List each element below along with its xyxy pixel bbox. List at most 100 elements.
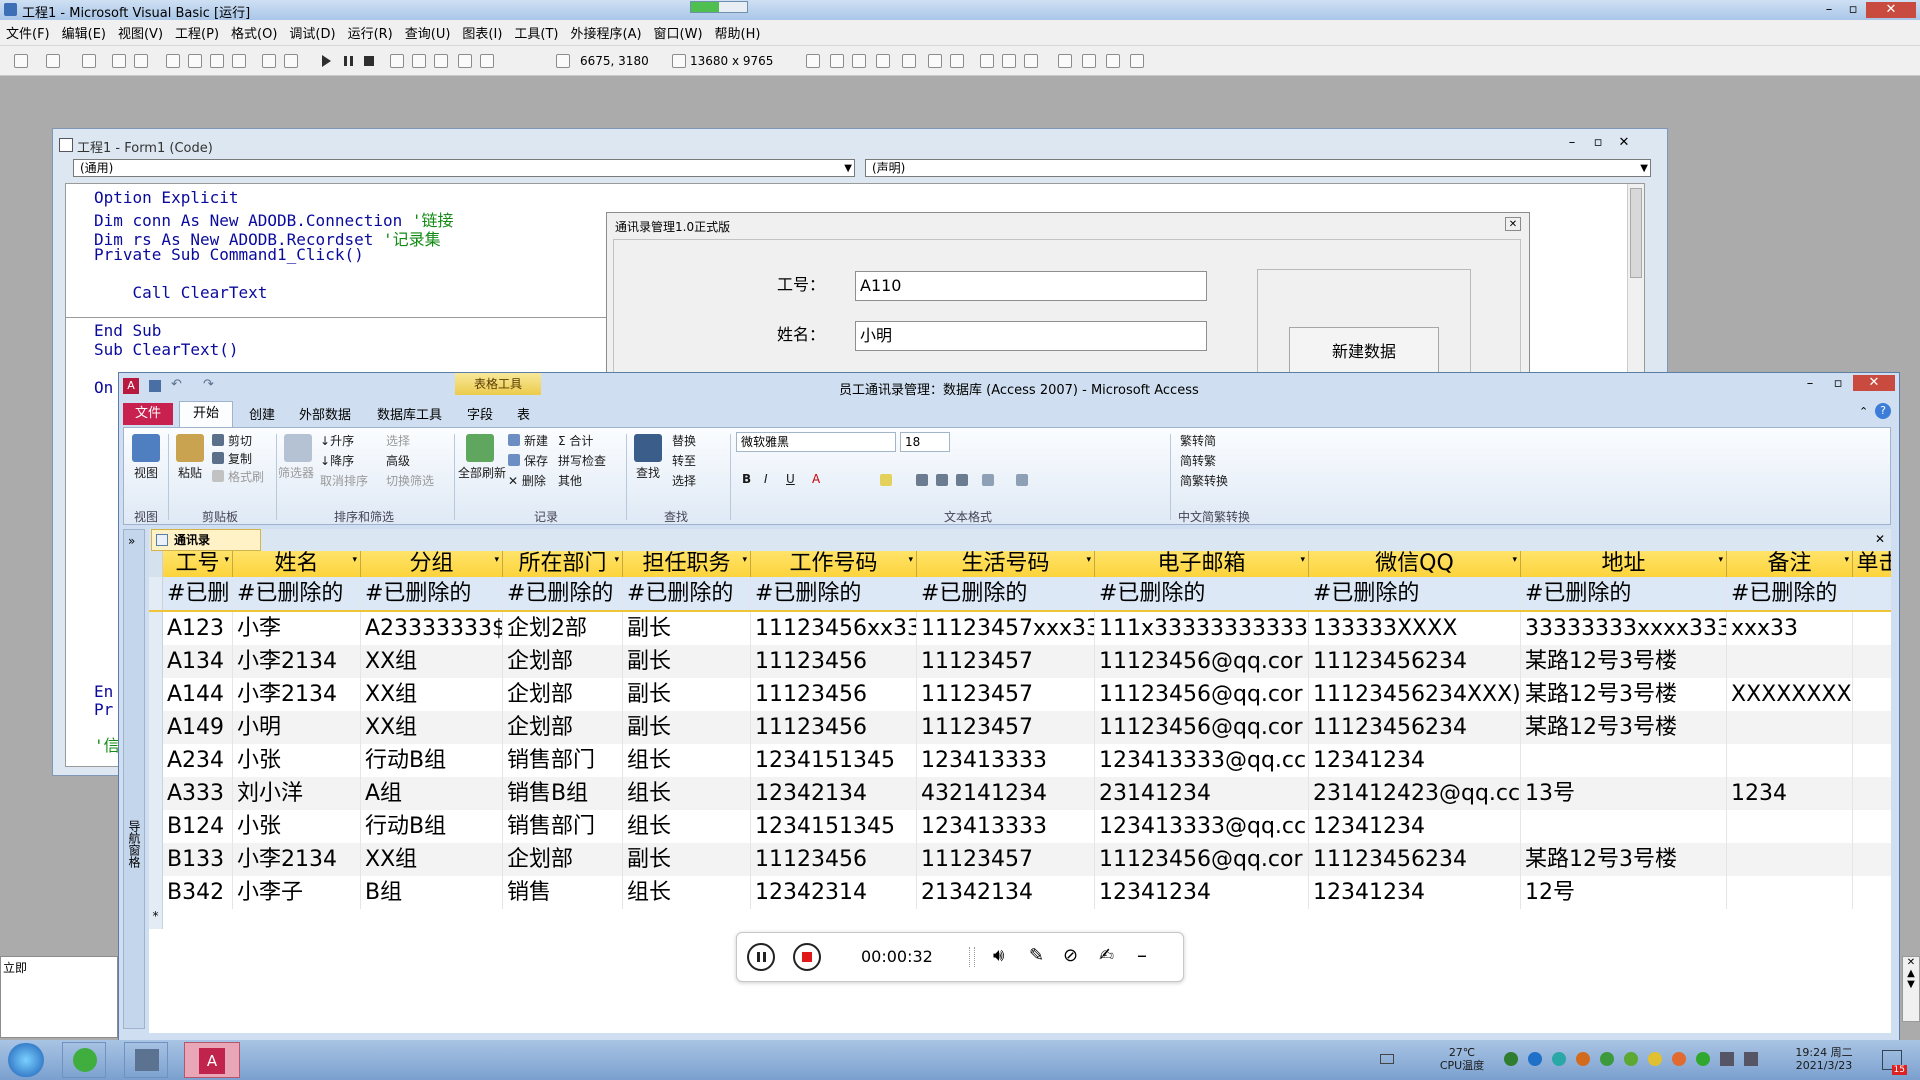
tray-icon[interactable] [1672, 1052, 1686, 1066]
find-button[interactable]: 查找 [636, 464, 660, 481]
table-cell[interactable] [1853, 678, 1891, 711]
undo-icon[interactable] [262, 54, 276, 68]
chevron-down-icon[interactable]: ▼ [844, 161, 852, 177]
chevron-down-icon[interactable]: ▾ [1512, 551, 1517, 569]
column-header[interactable]: 单击 [1853, 551, 1891, 577]
code-minimize-button[interactable]: – [1561, 135, 1583, 151]
table-cell[interactable]: 企划部 [503, 645, 623, 678]
table-cell[interactable]: 12342134 [751, 777, 917, 810]
table-cell[interactable]: 刘小洋 [233, 777, 361, 810]
replace-button[interactable]: 替换 [672, 432, 696, 449]
table-cell[interactable]: 11123456 [751, 843, 917, 876]
table-cell[interactable]: 33333333xxxx333 [1521, 612, 1727, 645]
toggle-filter-button[interactable]: 切换筛选 [386, 472, 434, 489]
selection-filter-button[interactable]: 选择 [386, 432, 410, 449]
row-selector[interactable] [149, 577, 163, 610]
table-cell[interactable] [1727, 843, 1853, 876]
row-selector[interactable] [149, 777, 163, 810]
table-cell[interactable]: 小李2134 [233, 678, 361, 711]
table-row[interactable]: A333 刘小洋 A组 销售B组 组长 12342134 432141234 23141234… [149, 777, 1891, 810]
uncomment-block-icon[interactable] [1024, 54, 1038, 68]
redo-icon[interactable] [284, 54, 298, 68]
table-cell[interactable]: 11123457 [917, 678, 1095, 711]
table-cell[interactable]: #已删除的 [1309, 577, 1521, 610]
table-cell[interactable]: 1234151345 [751, 744, 917, 777]
form-layout-icon[interactable] [434, 54, 448, 68]
code-close-button[interactable]: ✕ [1613, 135, 1635, 151]
save-project-icon[interactable] [134, 54, 148, 68]
project-explorer-icon[interactable] [390, 54, 404, 68]
table-cell[interactable]: 组长 [623, 744, 751, 777]
table-cell[interactable]: 副长 [623, 843, 751, 876]
copy-icon[interactable] [188, 54, 202, 68]
advanced-filter-button[interactable]: 高级 [386, 452, 410, 469]
table-cell[interactable] [1521, 810, 1727, 843]
table-cell[interactable]: xxx33 [1727, 612, 1853, 645]
table-cell[interactable]: 1234151345 [751, 810, 917, 843]
table-cell[interactable]: XX组 [361, 711, 503, 744]
binoculars-icon[interactable] [634, 434, 662, 462]
table-cell[interactable]: XX组 [361, 843, 503, 876]
taskbar-app-browser[interactable] [62, 1042, 106, 1078]
goto-button[interactable]: 转至 [672, 452, 696, 469]
table-cell[interactable]: 11123456234 [1309, 843, 1521, 876]
table-row[interactable]: A144 小李2134 XX组 企划部 副长 11123456 11123457 111234… [149, 678, 1891, 711]
row-selector[interactable] [149, 843, 163, 876]
notification-badge[interactable]: 15 [1882, 1050, 1907, 1075]
chevron-down-icon[interactable]: ▾ [494, 551, 499, 569]
mute-system-icon[interactable]: ⊘ [1063, 945, 1078, 966]
column-header[interactable]: 姓名 ▾ [233, 551, 361, 577]
table-cell[interactable]: 副长 [623, 678, 751, 711]
row-selector[interactable] [149, 612, 163, 645]
break-icon[interactable] [344, 56, 353, 66]
table-cell[interactable] [1727, 876, 1853, 909]
form-close-button[interactable]: ✕ [1505, 217, 1521, 231]
menu-query[interactable]: 查询(U) [405, 23, 451, 42]
order-icon[interactable] [876, 54, 890, 68]
table-cell[interactable]: 企划部 [503, 678, 623, 711]
table-cell[interactable]: A144 [163, 678, 233, 711]
menu-edit[interactable]: 编辑(E) [62, 23, 106, 42]
chevron-down-icon[interactable]: ▾ [1300, 551, 1305, 569]
table-cell[interactable]: 行动B组 [361, 810, 503, 843]
table-cell[interactable]: 副长 [623, 612, 751, 645]
table-cell[interactable]: 11123456@qq.cor [1095, 711, 1309, 744]
table-cell[interactable]: #已删除的 [623, 577, 751, 610]
table-cell[interactable]: 123413333 [917, 744, 1095, 777]
table-cell[interactable]: 某路12号3号楼 [1521, 645, 1727, 678]
table-cell[interactable]: 13号 [1521, 777, 1727, 810]
table-cell[interactable]: 小明 [233, 711, 361, 744]
table-cell[interactable]: A123 [163, 612, 233, 645]
keyboard-icon[interactable] [1380, 1054, 1394, 1064]
volume-icon[interactable] [1744, 1052, 1758, 1066]
table-cell[interactable]: B124 [163, 810, 233, 843]
format-painter-icon[interactable] [212, 470, 224, 482]
stop-button[interactable] [793, 943, 821, 971]
trad-to-simp-button[interactable]: 繁转简 [1180, 432, 1216, 449]
tab-create[interactable]: 创建 [249, 404, 275, 423]
table-row[interactable]: A234 小张 行动B组 销售部门 组长 1234151345 123413333 12341… [149, 744, 1891, 777]
chevron-down-icon[interactable]: ▾ [1086, 551, 1091, 569]
table-cell[interactable]: 11123457xxx33 [917, 612, 1095, 645]
table-cell[interactable]: B组 [361, 876, 503, 909]
table-cell[interactable]: 11123457 [917, 645, 1095, 678]
table-cell[interactable]: 组长 [623, 876, 751, 909]
table-cell[interactable]: 12341234 [1309, 744, 1521, 777]
table-row[interactable]: A134 小李2134 XX组 企划部 副长 11123456 11123457 111234… [149, 645, 1891, 678]
chevron-down-icon[interactable]: ▾ [1718, 551, 1723, 569]
table-cell[interactable]: 23141234 [1095, 777, 1309, 810]
minimize-recorder-icon[interactable]: – [1137, 943, 1147, 967]
table-cell[interactable] [1853, 612, 1891, 645]
table-cell[interactable]: 企划部 [503, 711, 623, 744]
new-record-row[interactable]: * [149, 909, 1891, 929]
table-cell[interactable]: 销售 [503, 876, 623, 909]
table-cell[interactable]: 小李 [233, 612, 361, 645]
chevron-down-icon[interactable]: ▾ [352, 551, 357, 569]
table-row[interactable]: A149 小明 XX组 企划部 副长 11123456 11123457 11123456@q… [149, 711, 1891, 744]
table-cell[interactable]: #已删除的 [233, 577, 361, 610]
prev-bookmark-icon[interactable] [1106, 54, 1120, 68]
tray-icon[interactable] [1552, 1052, 1566, 1066]
table-cell[interactable] [1727, 744, 1853, 777]
side-scroll-arrows[interactable]: ✕ ▲ ▼ [1902, 956, 1920, 1022]
column-header[interactable]: 分组 ▾ [361, 551, 503, 577]
